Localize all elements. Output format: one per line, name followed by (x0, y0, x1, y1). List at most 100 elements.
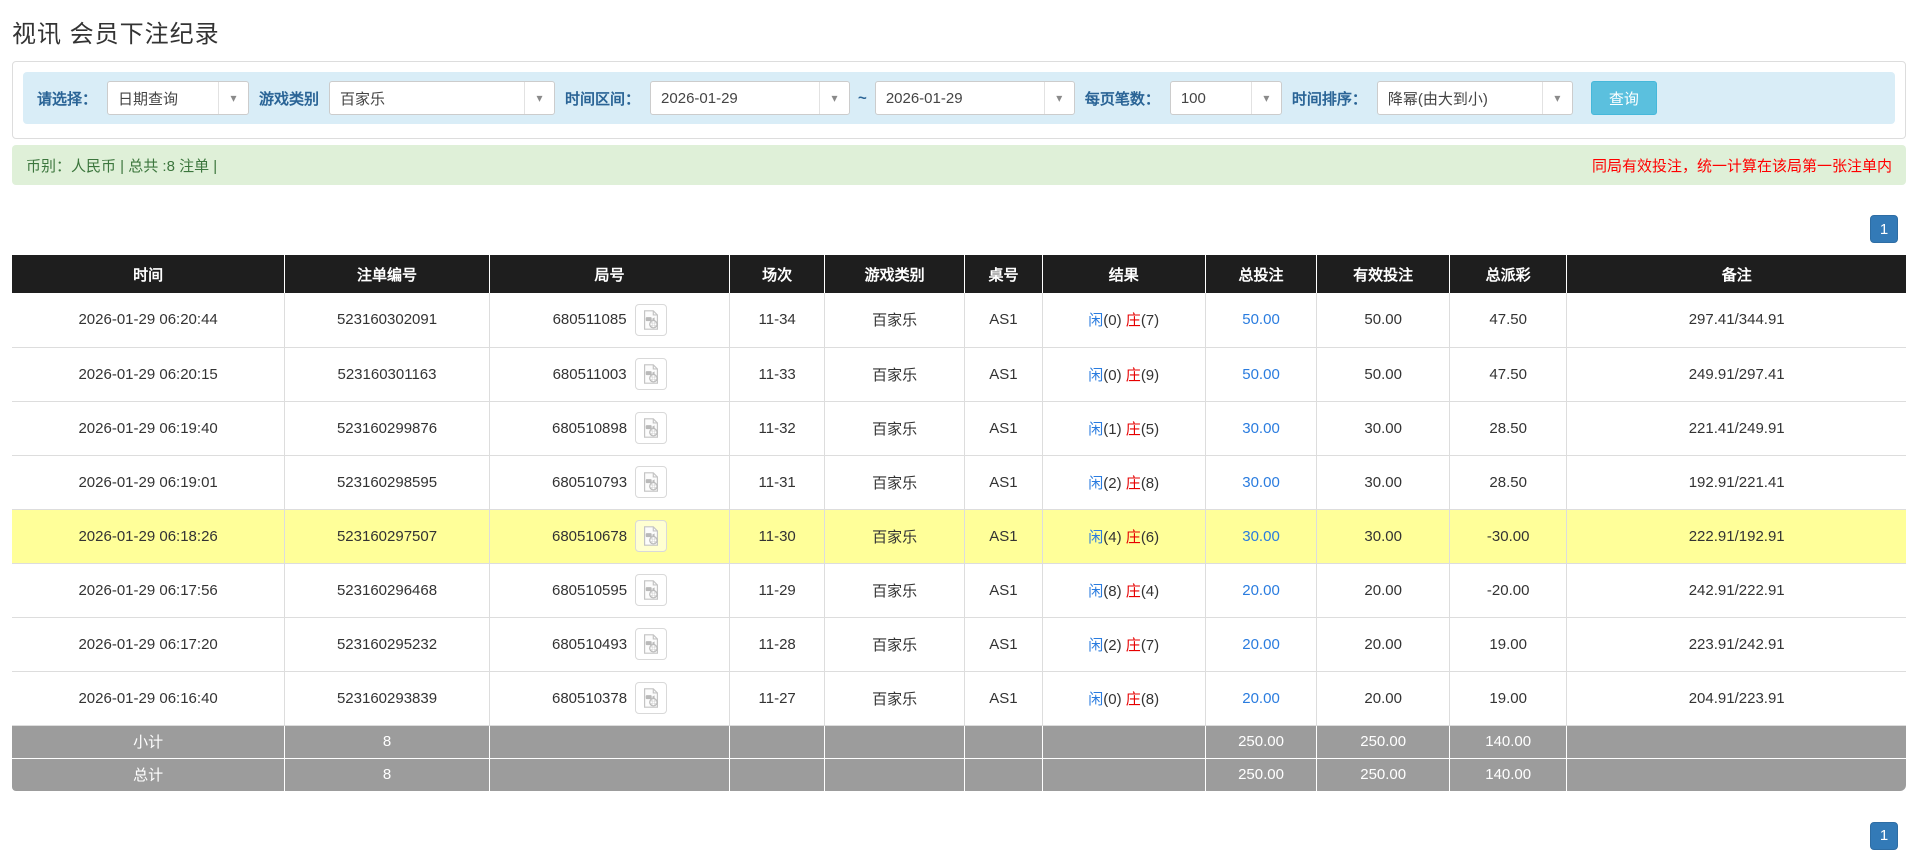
summary-payout: 140.00 (1449, 758, 1568, 792)
total-bet-link[interactable]: 20.00 (1242, 636, 1280, 653)
payout: -30.00 (1449, 509, 1568, 564)
table-row: 2026-01-29 06:17:20 523160295232 6805104… (12, 617, 1906, 672)
column-header: 备注 (1566, 255, 1906, 293)
column-header: 总投注 (1205, 255, 1318, 293)
total-bet-link[interactable]: 30.00 (1242, 528, 1280, 545)
player-label: 闲 (1088, 312, 1104, 330)
mode-select[interactable]: 日期查询 ▾ (107, 81, 250, 115)
session-number: 11-29 (729, 563, 825, 618)
player-label: 闲 (1088, 582, 1104, 600)
query-button[interactable]: 查询 (1590, 81, 1657, 115)
total-bet-link[interactable]: 20.00 (1242, 582, 1280, 599)
video-replay-button[interactable] (635, 574, 668, 606)
remark: 249.91/297.41 (1566, 347, 1906, 402)
video-replay-button[interactable] (634, 303, 667, 336)
remark: 204.91/223.91 (1566, 671, 1906, 726)
column-header: 时间 (12, 255, 286, 293)
table-number: AS1 (964, 617, 1043, 672)
video-replay-button[interactable] (635, 520, 668, 552)
remark: 297.41/344.91 (1566, 293, 1906, 348)
banker-count: (8) (1140, 690, 1160, 708)
total-bet-link[interactable]: 30.00 (1242, 474, 1280, 491)
round-cell: 680511003 (489, 347, 731, 402)
summary-total-bet: 250.00 (1205, 725, 1318, 759)
date-from-select[interactable]: 2026-01-29 ▾ (650, 81, 851, 115)
round-cell: 680510493 (489, 617, 731, 672)
banker-label: 庄 (1125, 474, 1141, 492)
round-id: 680510793 (552, 473, 628, 491)
total-bet-link[interactable]: 50.00 (1242, 366, 1280, 383)
pagination-bottom: 1 (12, 821, 1898, 850)
game-type-select[interactable]: 百家乐 ▾ (329, 81, 556, 115)
bet-time: 2026-01-29 06:19:40 (12, 401, 286, 456)
table-number: AS1 (964, 671, 1043, 726)
total-bet-link[interactable]: 20.00 (1242, 690, 1280, 707)
result-cell: 闲(2) 庄(7) (1042, 617, 1206, 672)
records-table: 时间 注单编号 局号 场次 游戏类别 桌号 结果 总投注 有效投注 总派彩 备注 2026-01-2… (12, 255, 1906, 792)
player-label: 闲 (1088, 474, 1104, 492)
chevron-down-icon[interactable]: ▾ (819, 82, 849, 114)
valid-bet: 20.00 (1316, 617, 1450, 672)
remark: 242.91/222.91 (1566, 563, 1906, 618)
chevron-down-icon[interactable]: ▾ (524, 82, 554, 114)
game-type: 百家乐 (824, 509, 966, 564)
bet-time: 2026-01-29 06:17:20 (12, 617, 286, 672)
mode-select-value: 日期查询 (118, 90, 179, 108)
chevron-down-icon[interactable]: ▾ (1043, 82, 1074, 114)
valid-bet: 30.00 (1316, 509, 1450, 564)
game-type: 百家乐 (824, 401, 966, 456)
page-size-select[interactable]: 100 ▾ (1169, 81, 1282, 115)
page-1-button[interactable]: 1 (1870, 215, 1898, 243)
total-bet-link[interactable]: 30.00 (1242, 420, 1280, 437)
table-number: AS1 (964, 293, 1043, 348)
game-type: 百家乐 (824, 617, 966, 672)
video-file-icon (644, 688, 659, 708)
column-header: 局号 (489, 255, 731, 293)
chevron-down-icon[interactable]: ▾ (1250, 82, 1281, 114)
summary-payout: 140.00 (1449, 725, 1568, 759)
total-bet-cell: 50.00 (1205, 293, 1318, 348)
summary-row: 总计 8 250.00 250.00 140.00 (12, 758, 1906, 792)
player-label: 闲 (1088, 420, 1104, 438)
video-file-icon (644, 580, 659, 600)
round-id: 680511085 (552, 311, 627, 329)
round-cell: 680510678 (489, 509, 731, 564)
player-count: (0) (1103, 366, 1122, 384)
banker-label: 庄 (1125, 312, 1141, 330)
bet-time: 2026-01-29 06:19:01 (12, 455, 286, 510)
video-replay-button[interactable] (635, 412, 668, 444)
bet-id: 523160302091 (284, 293, 490, 348)
range-separator: ~ (858, 89, 867, 107)
game-type-label: 游戏类别 (259, 90, 320, 108)
round-cell: 680510595 (489, 563, 731, 618)
page-size-label: 每页笔数： (1084, 90, 1160, 108)
valid-bet: 30.00 (1316, 401, 1450, 456)
result-cell: 闲(8) 庄(4) (1042, 563, 1206, 618)
banker-label: 庄 (1125, 582, 1141, 600)
player-count: (1) (1103, 420, 1122, 438)
filter-panel: 请选择： 日期查询 ▾ 游戏类别 百家乐 ▾ 时间区间： 2026-01-29 … (12, 61, 1906, 139)
round-cell: 680510793 (489, 455, 731, 510)
banker-count: (4) (1140, 582, 1160, 600)
date-to-select[interactable]: 2026-01-29 ▾ (874, 81, 1075, 115)
page-1-button[interactable]: 1 (1870, 821, 1898, 850)
total-bet-link[interactable]: 50.00 (1242, 311, 1280, 328)
bet-id: 523160297507 (284, 509, 490, 564)
game-type: 百家乐 (824, 293, 966, 348)
sort-select[interactable]: 降幂(由大到小) ▾ (1376, 81, 1573, 115)
video-replay-button[interactable] (635, 466, 668, 498)
banker-label: 庄 (1125, 690, 1141, 708)
table-row: 2026-01-29 06:16:40 523160293839 6805103… (12, 671, 1906, 726)
total-bet-cell: 30.00 (1205, 455, 1318, 510)
game-type: 百家乐 (824, 347, 966, 402)
chevron-down-icon[interactable]: ▾ (1541, 82, 1572, 114)
total-bet-cell: 20.00 (1205, 617, 1318, 672)
column-header: 游戏类别 (824, 255, 966, 293)
video-replay-button[interactable] (635, 682, 668, 714)
chevron-down-icon[interactable]: ▾ (218, 82, 248, 114)
table-number: AS1 (964, 401, 1043, 456)
player-label: 闲 (1088, 636, 1104, 654)
filter-bar: 请选择： 日期查询 ▾ 游戏类别 百家乐 ▾ 时间区间： 2026-01-29 … (23, 72, 1895, 124)
video-replay-button[interactable] (635, 628, 668, 660)
video-replay-button[interactable] (634, 358, 667, 390)
